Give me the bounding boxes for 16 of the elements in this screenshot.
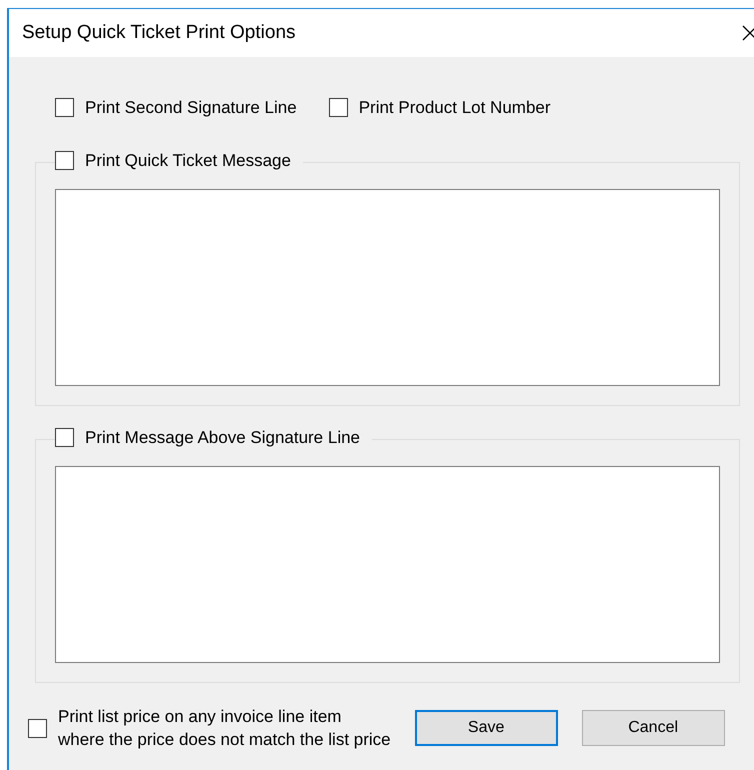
checkbox-label: Print Product Lot Number xyxy=(358,97,551,119)
checkbox-label: Print Second Signature Line xyxy=(85,97,297,119)
close-icon[interactable] xyxy=(742,25,754,41)
input-field[interactable] xyxy=(55,189,720,386)
cancel-button[interactable]: Cancel xyxy=(582,710,725,746)
checkbox[interactable] xyxy=(55,151,74,170)
checkbox[interactable] xyxy=(28,718,47,738)
checkbox[interactable] xyxy=(328,98,348,117)
input-field[interactable] xyxy=(55,466,720,663)
checkbox-label: Print list price on any invoice line item where the price does not match the list price xyxy=(58,706,391,751)
checkbox[interactable] xyxy=(55,428,74,447)
save-button[interactable]: Save xyxy=(414,710,558,746)
checkbox-label: Print Message Above Signature Line xyxy=(85,427,360,449)
checkbox[interactable] xyxy=(55,98,74,117)
window-title: Setup Quick Ticket Print Options xyxy=(22,22,296,44)
checkbox-label: Print Quick Ticket Message xyxy=(85,150,291,172)
